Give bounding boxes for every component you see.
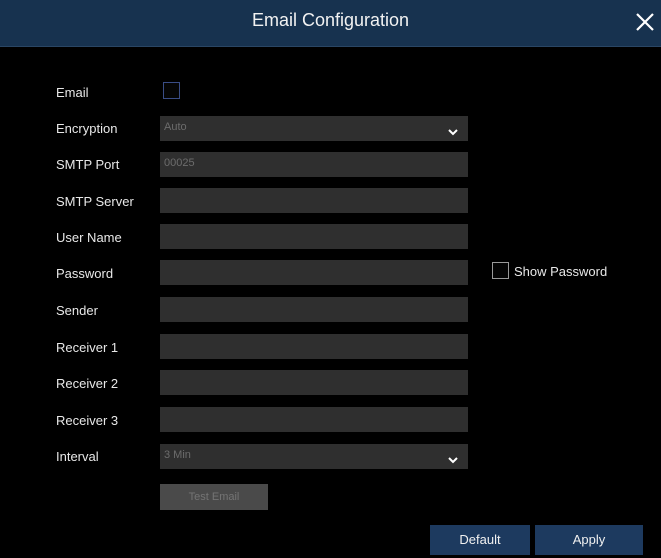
show-password-checkbox[interactable] (492, 262, 509, 279)
password-label: Password (56, 266, 114, 281)
close-icon[interactable] (633, 10, 657, 34)
sender-input[interactable] (160, 297, 468, 322)
email-label: Email (56, 85, 89, 100)
default-button[interactable]: Default (430, 525, 530, 555)
smtp-server-input[interactable] (160, 188, 468, 213)
interval-value: 3 Min (164, 449, 191, 461)
encryption-value: Auto (164, 121, 187, 133)
chevron-down-icon (448, 124, 458, 136)
chevron-down-icon (448, 452, 458, 464)
email-configuration-dialog: Email Configuration Email Encryption Aut… (0, 0, 661, 558)
email-enable-checkbox[interactable] (163, 82, 180, 99)
receiver-3-input[interactable] (160, 407, 468, 432)
smtp-port-input[interactable]: 00025 (160, 152, 468, 177)
test-email-button[interactable]: Test Email (160, 484, 268, 510)
show-password-label[interactable]: Show Password (514, 264, 607, 279)
smtp-port-label: SMTP Port (56, 157, 120, 172)
user-name-label: User Name (56, 230, 122, 245)
receiver-1-label: Receiver 1 (56, 340, 119, 355)
receiver-2-label: Receiver 2 (56, 376, 119, 391)
title-bar: Email Configuration (0, 0, 661, 47)
interval-label: Interval (56, 449, 99, 464)
password-input[interactable] (160, 260, 468, 285)
receiver-2-input[interactable] (160, 370, 468, 395)
receiver-3-label: Receiver 3 (56, 413, 119, 428)
apply-button[interactable]: Apply (535, 525, 643, 555)
interval-select[interactable]: 3 Min (160, 444, 468, 469)
encryption-select[interactable]: Auto (160, 116, 468, 141)
dialog-title: Email Configuration (251, 10, 410, 30)
smtp-port-value: 00025 (164, 157, 195, 169)
encryption-label: Encryption (56, 121, 118, 136)
sender-label: Sender (56, 303, 98, 318)
smtp-server-label: SMTP Server (56, 194, 134, 209)
user-name-input[interactable] (160, 224, 468, 249)
receiver-1-input[interactable] (160, 334, 468, 359)
